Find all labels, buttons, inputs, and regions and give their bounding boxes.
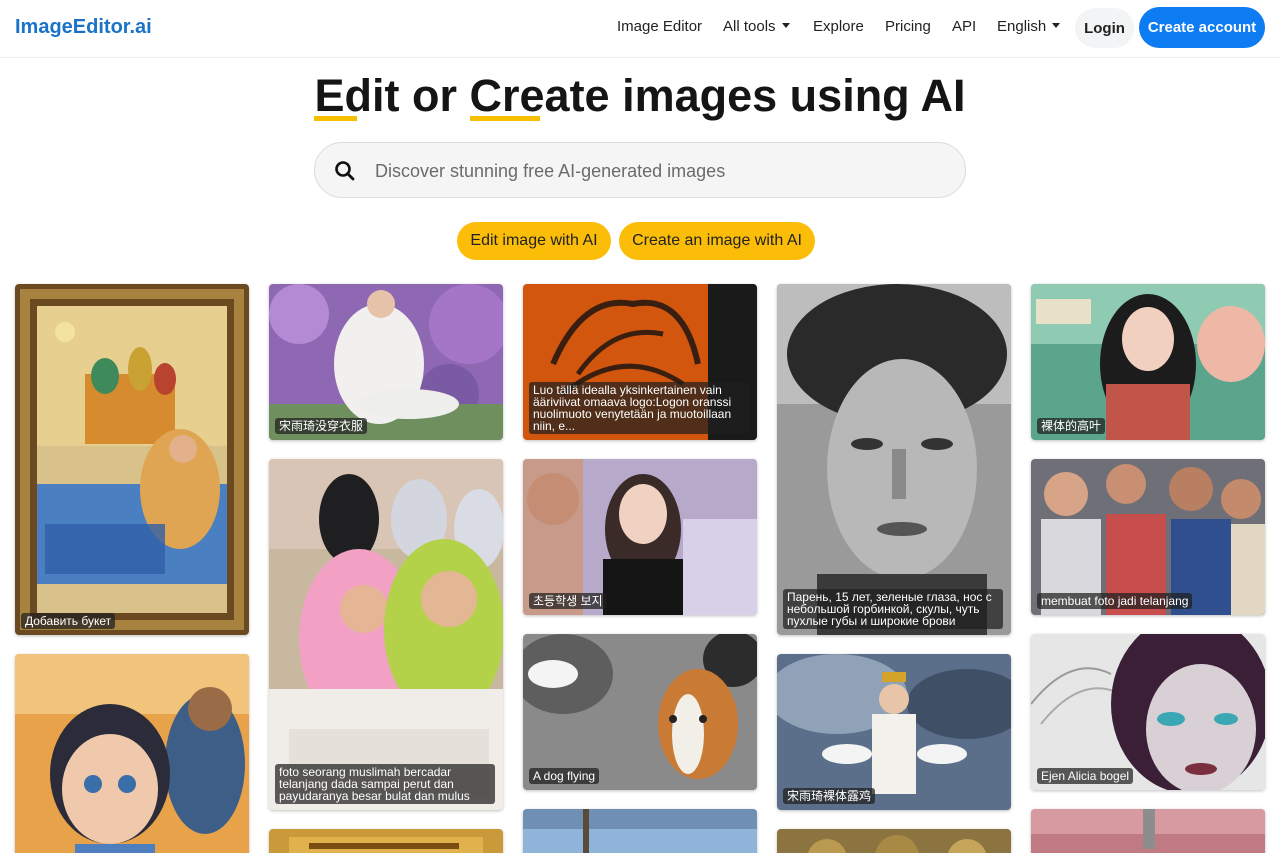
title-word-edit: Edit: [314, 70, 400, 121]
gallery-image: [1031, 284, 1265, 440]
title-underline-edit: [314, 116, 357, 121]
edit-image-with-ai-button[interactable]: Edit image with AI: [457, 222, 611, 260]
gallery-image: [523, 809, 757, 853]
gallery-item[interactable]: 宋雨琦没穿衣服: [269, 284, 503, 440]
gallery-image: [523, 634, 757, 790]
caret-down-icon: [781, 23, 790, 28]
title-word-create: Create: [469, 70, 610, 121]
caret-down-icon: [1052, 23, 1061, 28]
gallery-image: [15, 284, 249, 635]
gallery-item[interactable]: membuat foto jadi telanjang: [1031, 459, 1265, 615]
gallery-item[interactable]: [777, 829, 1011, 853]
gallery-image: [1031, 459, 1265, 615]
gallery-caption: Парень, 15 лет, зеленые глаза, нос с неб…: [783, 589, 1003, 629]
gallery-item[interactable]: [523, 809, 757, 853]
login-button[interactable]: Login: [1075, 8, 1134, 48]
nav-pricing[interactable]: Pricing: [885, 18, 931, 35]
search-icon: [335, 161, 355, 181]
gallery-caption: Ejen Alicia bogel: [1037, 768, 1134, 784]
gallery-item[interactable]: foto seorang muslimah bercadar telanjang…: [269, 459, 503, 810]
gallery-item[interactable]: 裸体的高叶: [1031, 284, 1265, 440]
nav-api[interactable]: API: [952, 18, 976, 35]
gallery-image: [1031, 809, 1265, 853]
gallery-caption: A dog flying: [529, 768, 600, 784]
search-bar[interactable]: [314, 142, 966, 198]
gallery-item[interactable]: A dog flying: [523, 634, 757, 790]
title-word-or: or: [411, 70, 457, 121]
gallery-image: [269, 284, 503, 440]
gallery-image: [1031, 634, 1265, 790]
gallery-caption: 宋雨琦没穿衣服: [275, 418, 368, 434]
gallery-item[interactable]: [1031, 809, 1265, 853]
gallery-item[interactable]: Парень, 15 лет, зеленые глаза, нос с неб…: [777, 284, 1011, 635]
nav-all-tools-dropdown[interactable]: All tools: [723, 18, 790, 35]
page-title: Edit or Create images using AI: [0, 70, 1280, 122]
gallery-caption: membuat foto jadi telanjang: [1037, 593, 1193, 609]
gallery-item[interactable]: [15, 654, 249, 853]
search-input[interactable]: [375, 159, 935, 183]
gallery-image: [269, 829, 503, 853]
gallery-item[interactable]: Luo tällä idealla yksinkertainen vain ää…: [523, 284, 757, 440]
top-navbar: ImageEditor.ai Image Editor All tools Ex…: [0, 0, 1280, 58]
gallery-image: [523, 459, 757, 615]
gallery-item[interactable]: 宋雨琦裸体露鸡: [777, 654, 1011, 810]
title-underline-create: [470, 116, 540, 121]
gallery-image: [777, 829, 1011, 853]
create-account-button[interactable]: Create account: [1139, 7, 1265, 48]
gallery-caption: 裸体的高叶: [1037, 418, 1106, 434]
language-label: English: [997, 18, 1047, 35]
gallery-caption: foto seorang muslimah bercadar telanjang…: [275, 764, 495, 804]
gallery-image: [269, 459, 503, 810]
nav-explore[interactable]: Explore: [813, 18, 864, 35]
gallery-image: [777, 654, 1011, 810]
gallery-image: [777, 284, 1011, 635]
gallery-item[interactable]: [269, 829, 503, 853]
nav-image-editor[interactable]: Image Editor: [617, 18, 702, 35]
language-dropdown[interactable]: English: [997, 18, 1061, 35]
gallery-caption: Luo tällä idealla yksinkertainen vain ää…: [529, 382, 749, 434]
nav-all-tools-label: All tools: [723, 18, 776, 35]
gallery-caption: Добавить букет: [21, 613, 116, 629]
create-image-with-ai-button[interactable]: Create an image with AI: [619, 222, 815, 260]
gallery-item[interactable]: Добавить букет: [15, 284, 249, 635]
gallery-item[interactable]: Ejen Alicia bogel: [1031, 634, 1265, 790]
gallery-caption: 宋雨琦裸体露鸡: [783, 788, 876, 804]
gallery-image: [15, 654, 249, 853]
gallery-caption: 초등학생 보지: [529, 593, 607, 609]
gallery-item[interactable]: 초등학생 보지: [523, 459, 757, 615]
brand-logo[interactable]: ImageEditor.ai: [15, 16, 152, 39]
title-rest: images using AI: [622, 70, 966, 121]
